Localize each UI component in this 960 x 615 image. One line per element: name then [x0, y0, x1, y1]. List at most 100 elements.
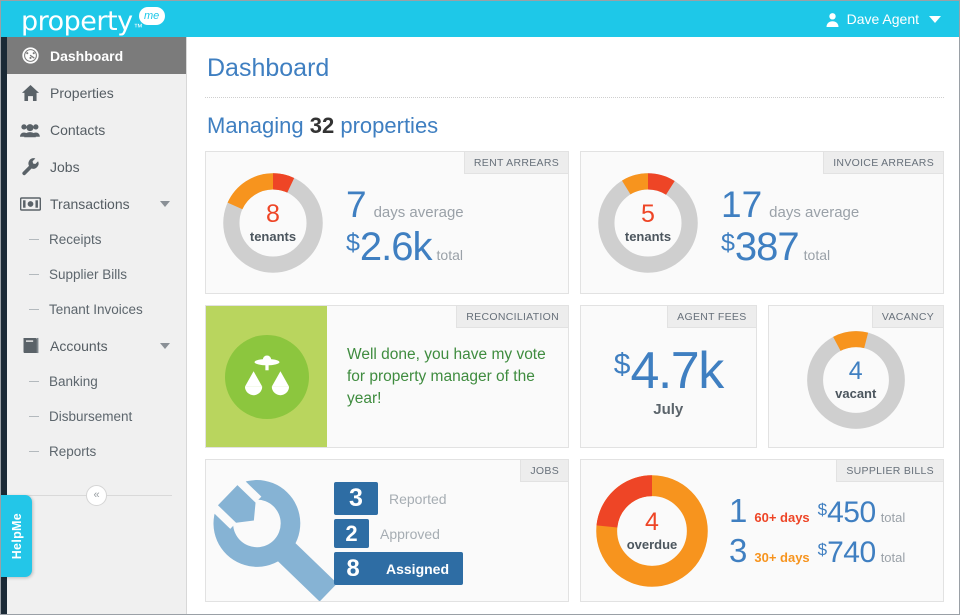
donut-unit: tenants — [624, 229, 672, 244]
jobs-status-label: Approved — [380, 525, 440, 542]
card-jobs[interactable]: JOBS 3 Reported 2 Approved 8 Assigned — [205, 459, 569, 602]
sidebar-item-label: Contacts — [50, 121, 106, 138]
sidebar-item-contacts[interactable]: Contacts — [7, 111, 186, 148]
amount-value: 387 — [734, 225, 800, 269]
app-window: property ™ me Dave Agent Dashboard Prope… — [0, 0, 960, 615]
home-icon — [17, 83, 43, 103]
sidebar-item-label: Dashboard — [50, 47, 124, 64]
sidebar-subitem-label: Reports — [49, 444, 97, 459]
total-label: total — [880, 549, 906, 565]
card-vacancy[interactable]: VACANCY 4 vacant — [767, 305, 945, 448]
sidebar-subitem-label: Disbursement — [49, 409, 133, 424]
sidebar-item-transactions[interactable]: Transactions — [7, 185, 186, 222]
invoice-arrears-stats: 17 days average $ 387 total — [721, 178, 859, 267]
collapse-sidebar-button[interactable]: « — [86, 484, 107, 506]
brand-logo[interactable]: property ™ me — [1, 1, 165, 37]
card-invoice-arrears[interactable]: INVOICE ARREARS 5 tenants 17 days averag… — [580, 151, 944, 294]
currency-symbol: $ — [817, 539, 828, 559]
chevron-down-icon[interactable] — [160, 342, 170, 349]
chevron-down-icon[interactable] — [160, 200, 170, 207]
bill-amount: 450 — [827, 495, 876, 529]
helpme-tab-label: HelpMe — [9, 512, 24, 560]
vacancy-donut-chart: 4 vacant — [802, 326, 910, 434]
user-name-label: Dave Agent — [846, 11, 919, 27]
dash-bullet-icon — [29, 273, 39, 276]
jobs-status-list: 3 Reported 2 Approved 8 Assigned — [334, 482, 464, 585]
donut-value: 4 — [645, 508, 659, 536]
amount-value: 2.6k — [359, 225, 433, 269]
sidebar-item-jobs[interactable]: Jobs — [7, 148, 186, 185]
donut-unit: vacant — [835, 386, 877, 401]
donut-center-label: 5 tenants — [593, 168, 703, 278]
chevron-down-icon — [929, 15, 941, 23]
currency-symbol: $ — [346, 229, 360, 257]
card-rent-arrears[interactable]: RENT ARREARS 8 tenants 7 days average $ … — [205, 151, 569, 294]
currency-symbol: $ — [817, 499, 828, 519]
agent-fees-period: July — [653, 401, 684, 418]
days-label: days average — [373, 204, 464, 221]
jobs-status-label: Reported — [389, 490, 447, 507]
sidebar-item-accounts[interactable]: Accounts — [7, 327, 186, 364]
sidebar-subitem-receipts[interactable]: Receipts — [7, 222, 186, 257]
bill-count: 3 — [729, 531, 748, 569]
jobs-row-reported[interactable]: 3 Reported — [334, 482, 463, 515]
managing-count: 32 — [309, 113, 335, 138]
currency-symbol: $ — [613, 348, 631, 381]
card-supplier-bills[interactable]: SUPPLIER BILLS 4 overdue 1 60+ days $ 45… — [580, 459, 944, 602]
jobs-row-approved[interactable]: 2 Approved — [334, 519, 463, 548]
jobs-row-assigned[interactable]: 8 Assigned — [334, 552, 464, 585]
sidebar-subitem-supplier-bills[interactable]: Supplier Bills — [7, 257, 186, 292]
jobs-status-label: Assigned — [386, 560, 450, 577]
days-value: 17 — [721, 184, 763, 225]
sidebar-subitem-reports[interactable]: Reports — [7, 434, 186, 469]
people-icon — [17, 120, 43, 140]
sidebar-item-dashboard[interactable]: Dashboard — [7, 37, 186, 74]
dashboard-gauge-icon — [17, 46, 43, 66]
user-menu[interactable]: Dave Agent — [825, 11, 959, 27]
sidebar-item-properties[interactable]: Properties — [7, 74, 186, 111]
supplier-bills-line-30: 3 30+ days $ 740 total — [729, 534, 905, 568]
money-icon — [17, 194, 43, 214]
card-tag: AGENT FEES — [667, 306, 756, 328]
sidebar-subitem-label: Tenant Invoices — [49, 302, 143, 317]
wrench-icon — [17, 157, 43, 177]
main-content: Dashboard Managing 32 properties RENT AR… — [188, 37, 959, 614]
sidebar-subitem-label: Receipts — [49, 232, 102, 247]
page-title: Dashboard — [207, 54, 330, 82]
dashboard-card-grid: RENT ARREARS 8 tenants 7 days average $ … — [205, 151, 945, 602]
supplier-bills-breakdown: 1 60+ days $ 450 total 3 30+ days $ 740 — [729, 488, 905, 574]
dash-bullet-icon — [29, 450, 39, 453]
scales-balance-icon — [224, 334, 309, 419]
card-tag: SUPPLIER BILLS — [836, 460, 943, 482]
sidebar-subitem-banking[interactable]: Banking — [7, 364, 186, 399]
card-reconciliation[interactable]: RECONCILIATION Well done, you have my vo… — [205, 305, 569, 448]
donut-unit: tenants — [249, 229, 297, 244]
rent-arrears-donut-chart: 8 tenants — [218, 168, 328, 278]
card-agent-fees[interactable]: AGENT FEES $ 4.7k July — [579, 305, 757, 448]
total-label: total — [436, 247, 463, 263]
agent-fees-amount: $ 4.7k — [613, 342, 724, 400]
supplier-bills-line-60: 1 60+ days $ 450 total — [729, 494, 905, 528]
dash-bullet-icon — [29, 238, 39, 241]
managing-headline: Managing 32 properties — [205, 113, 944, 139]
donut-value: 5 — [641, 200, 655, 228]
helpme-tab[interactable]: HelpMe — [1, 495, 32, 577]
card-row-1: RENT ARREARS 8 tenants 7 days average $ … — [205, 151, 944, 294]
jobs-count-badge: 3 — [334, 482, 378, 515]
sidebar-collapse-row: « — [7, 475, 186, 515]
days-label: days average — [769, 204, 860, 221]
jobs-count-badge: 8 — [346, 554, 360, 582]
sidebar-subitem-tenant-invoices[interactable]: Tenant Invoices — [7, 292, 186, 327]
bill-amount: 740 — [827, 535, 876, 569]
dash-bullet-icon — [29, 380, 39, 383]
brand-me-badge: me — [138, 7, 165, 25]
donut-unit: overdue — [626, 537, 678, 552]
sidebar-subitem-disbursement[interactable]: Disbursement — [7, 399, 186, 434]
card-tag: RENT ARREARS — [463, 152, 568, 174]
book-icon — [17, 336, 43, 356]
total-amount-line: $ 387 total — [721, 227, 859, 267]
total-label: total — [803, 247, 831, 263]
amount-value: 4.7k — [630, 342, 724, 400]
days-value: 7 — [346, 184, 367, 225]
donut-center-label: 8 tenants — [218, 168, 328, 278]
